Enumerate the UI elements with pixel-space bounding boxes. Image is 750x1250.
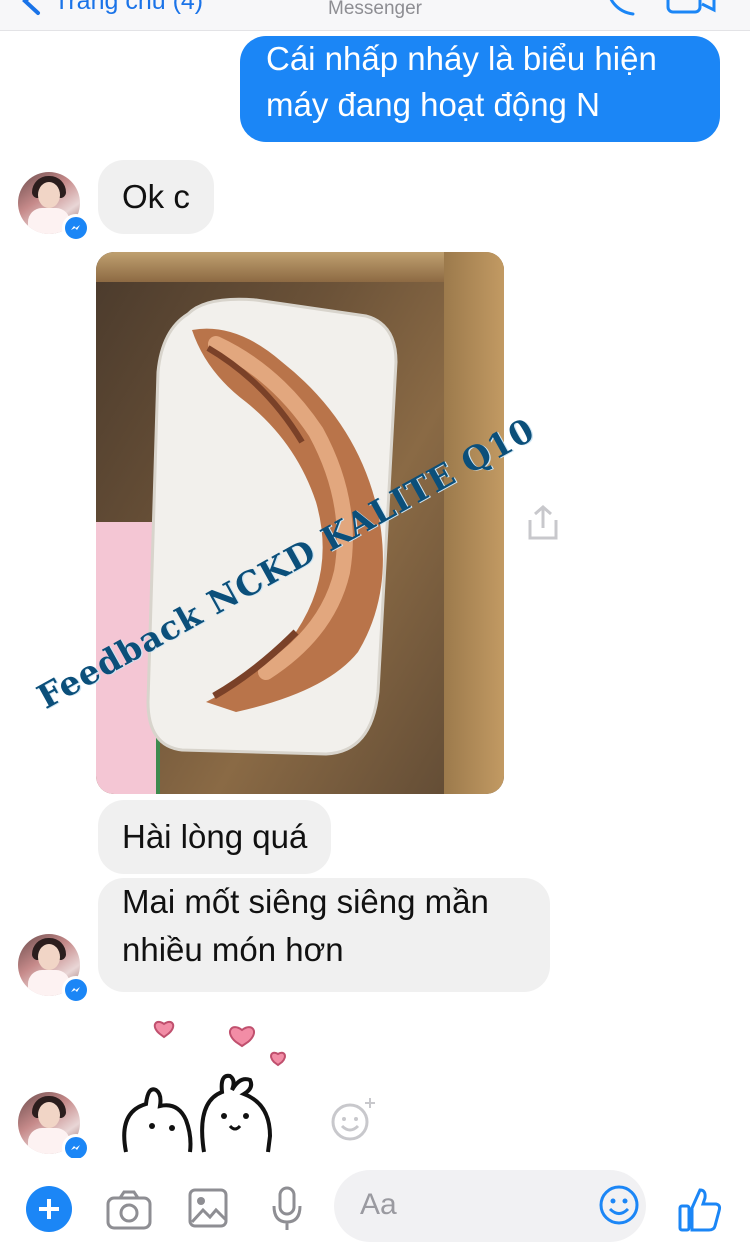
plus-button[interactable] [26,1186,72,1232]
add-reaction-icon[interactable] [328,1094,378,1144]
emoji-icon[interactable] [598,1184,640,1226]
outgoing-message[interactable]: Cái nhấp nháy là biểu hiện máy đang hoạt… [240,36,720,142]
incoming-message[interactable]: Ok c [98,160,214,234]
chat-header: Trang chủ (4) Messenger [0,0,750,31]
bunny-hearts-sticker[interactable] [112,1016,312,1156]
messenger-badge-icon [62,976,90,1004]
phone-icon[interactable] [603,0,639,18]
incoming-message[interactable]: Hài lòng quá [98,800,332,874]
message-input-placeholder: Aa [360,1188,397,1221]
messenger-badge-icon [62,214,90,242]
message-input[interactable]: Aa [334,1170,646,1242]
composer-bar: Aa [0,1158,750,1250]
shared-photo[interactable] [96,252,504,794]
share-icon[interactable] [526,504,560,542]
plate-with-pork-illustration [146,297,398,756]
camera-icon[interactable] [106,1190,152,1230]
incoming-message[interactable]: Mai mốt siêng siêng mần nhiều món hơn [98,878,550,992]
gallery-icon[interactable] [188,1188,228,1228]
like-icon[interactable] [678,1186,722,1232]
plus-icon [39,1199,59,1219]
mic-icon[interactable] [270,1186,304,1232]
video-icon[interactable] [664,0,716,18]
